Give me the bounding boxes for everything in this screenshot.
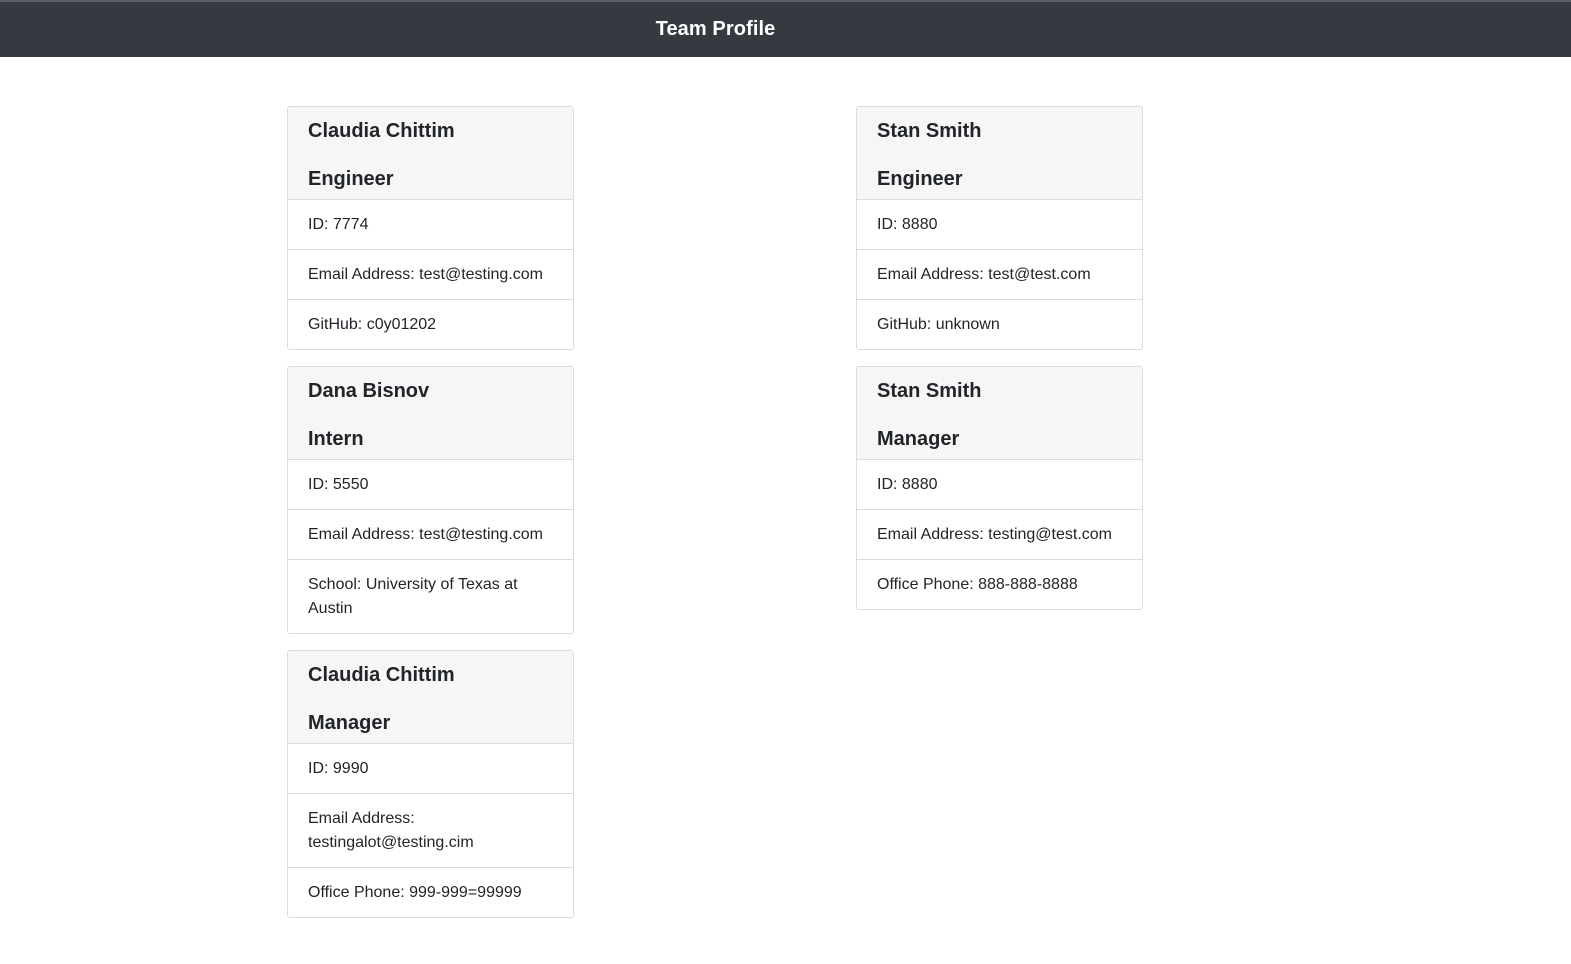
left-column: Claudia Chittim Engineer ID: 7774 Email … [287,106,574,934]
employee-card: Dana Bisnov Intern ID: 5550 Email Addres… [287,366,574,634]
employee-id: ID: 9990 [288,744,573,794]
employee-name: Dana Bisnov [308,380,430,402]
employee-id: ID: 8880 [857,460,1142,510]
card-header: Claudia Chittim Engineer [288,107,573,200]
employee-card: Claudia Chittim Manager ID: 9990 Email A… [287,650,574,918]
card-header: Stan Smith Engineer [857,107,1142,200]
employee-email: Email Address: test@testing.com [288,250,573,300]
employee-card: Stan Smith Manager ID: 8880 Email Addres… [856,366,1143,610]
employee-email: Email Address: test@testing.com [288,510,573,560]
card-header: Claudia Chittim Manager [288,651,573,744]
employee-role: Intern [308,428,364,450]
employee-school: School: University of Texas at Austin [308,576,518,617]
employee-card: Stan Smith Engineer ID: 8880 Email Addre… [856,106,1143,350]
employee-github: GitHub: c0y01202 [308,316,437,333]
right-column: Stan Smith Engineer ID: 8880 Email Addre… [856,106,1143,626]
employee-name: Stan Smith [877,120,982,142]
employee-github: GitHub: unknown [877,316,1000,333]
employee-role: Manager [308,712,391,734]
employee-role: Manager [877,428,960,450]
employee-email: Email Address: testing@test.com [857,510,1142,560]
employee-id: ID: 8880 [857,200,1142,250]
employee-office-phone: Office Phone: 999-999=99999 [308,884,522,901]
navbar: Team Profile [0,0,1571,57]
employee-name: Stan Smith [877,380,982,402]
employee-id: ID: 7774 [288,200,573,250]
employee-name: Claudia Chittim [308,664,455,686]
employee-email: Email Address: test@test.com [857,250,1142,300]
employee-role: Engineer [877,168,963,190]
page-title: Team Profile [655,18,776,40]
employee-id: ID: 5550 [288,460,573,510]
employee-name: Claudia Chittim [308,120,455,142]
employee-email: Email Address: testingalot@testing.cim [288,794,573,868]
employee-role: Engineer [308,168,394,190]
employee-office-phone: Office Phone: 888-888-8888 [877,576,1078,593]
card-header: Stan Smith Manager [857,367,1142,460]
card-header: Dana Bisnov Intern [288,367,573,460]
employee-card: Claudia Chittim Engineer ID: 7774 Email … [287,106,574,350]
